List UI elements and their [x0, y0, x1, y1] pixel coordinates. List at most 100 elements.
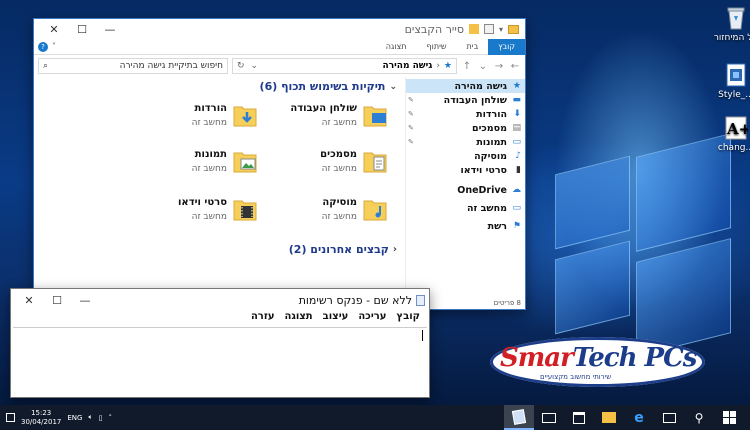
notepad-text-area[interactable]	[13, 327, 427, 395]
taskbar-file-explorer[interactable]	[594, 405, 624, 430]
clock[interactable]: 15:23 30/04/2017	[21, 409, 61, 427]
notifications-icon[interactable]	[6, 413, 15, 422]
svg-text:A+: A+	[726, 120, 748, 138]
recent-files-header[interactable]: ‹ קבצים אחרונים (2)	[289, 243, 397, 256]
folder-item-documents[interactable]: מסמכים מחשב זה	[282, 143, 387, 179]
font-file-icon: A+	[724, 115, 750, 141]
sidebar-item-desktop[interactable]: ▬ שולחן העבודה ✎	[406, 93, 525, 107]
sidebar-item-label: OneDrive	[457, 184, 507, 196]
taskbar-mail[interactable]	[534, 405, 564, 430]
ribbon: ? ˅ קובץ בית שיתוף תצוגה	[34, 38, 525, 55]
sidebar-item-download[interactable]: ⬇ הורדות ✎	[406, 107, 525, 121]
explorer-title-area: ▾ סייר הקבצים	[405, 23, 519, 36]
navigation-pane[interactable]: ★ גישה מהירה ▬ שולחן העבודה ✎ ⬇ הורדות ✎ ▤ מסמכים…	[405, 77, 525, 309]
menu-help[interactable]: עזרה	[246, 311, 280, 327]
chevron-up-icon[interactable]: ˄	[109, 414, 113, 422]
sidebar-item-computer[interactable]: ▭ מחשב זה	[406, 201, 525, 215]
close-button[interactable]: ✕	[40, 19, 68, 39]
search-icon: ⌕	[43, 61, 49, 71]
sidebar-item-pictures[interactable]: ▭ תמונות ✎	[406, 135, 525, 149]
taskbar: 15:23 30/04/2017 ENG 🔈︎ ▯ ˄ e ⚲	[0, 405, 750, 430]
search-input[interactable]: ⌕ חיפוש בתיקיית גישה מהירה	[38, 58, 228, 74]
close-button[interactable]: ✕	[15, 290, 43, 310]
sidebar-item-network[interactable]: ⚑ רשת	[406, 219, 525, 233]
content-pane[interactable]: ⌄ תיקיות בשימוש תכוף (6) שולחן העבודה מחש…	[34, 77, 405, 309]
sidebar-item-star[interactable]: ★ גישה מהירה	[406, 79, 525, 93]
volume-icon[interactable]: 🔈︎	[88, 413, 92, 422]
taskbar-store[interactable]	[564, 405, 594, 430]
documents-folder-icon	[363, 148, 387, 174]
forward-button[interactable]: →	[493, 61, 505, 72]
qa-dropdown-icon[interactable]: ▾	[499, 25, 503, 34]
help-icon[interactable]: ?	[38, 41, 48, 52]
taskbar-notepad[interactable]	[504, 405, 534, 430]
tab-share[interactable]: שיתוף	[417, 39, 457, 55]
file-explorer-window[interactable]: ✕ ☐ — ▾ סייר הקבצים ? ˅ קובץ בית שיתוף ת…	[33, 18, 526, 310]
network-icon[interactable]: ▯	[99, 414, 103, 422]
star-icon: ★	[443, 61, 452, 71]
explorer-title: סייר הקבצים	[404, 22, 464, 36]
maximize-button[interactable]: ☐	[43, 290, 71, 310]
refresh-icon[interactable]: ↻	[237, 61, 245, 71]
desktop-icon-style-file[interactable]: Style_...	[712, 62, 750, 100]
windows-logo-icon	[722, 411, 736, 424]
text-caret	[422, 330, 423, 341]
explorer-titlebar[interactable]: ✕ ☐ — ▾ סייר הקבצים	[34, 19, 525, 39]
tab-home[interactable]: בית	[457, 39, 489, 55]
folder-name: תמונות	[194, 148, 227, 160]
desktop-icon-font-file[interactable]: A+ chang...	[712, 115, 750, 153]
folder-item-music[interactable]: מוסיקה מחשב זה	[282, 191, 387, 227]
desktop-icon-recycle-bin[interactable]: סל המיחזור	[712, 5, 750, 43]
window-icon	[508, 24, 519, 34]
tab-file[interactable]: קובץ	[488, 38, 525, 55]
notepad-window[interactable]: ✕ ☐ — ללא שם - פנקס רשימות קובץ עריכה עי…	[10, 288, 430, 398]
folder-item-pictures[interactable]: תמונות מחשב זה	[152, 143, 257, 179]
address-bar[interactable]: ↻ ⌄ ★ ‹ גישה מהירה	[232, 58, 457, 74]
folder-location: מחשב זה	[191, 211, 227, 222]
sidebar-item-onedrive[interactable]: ☁ OneDrive	[406, 183, 525, 197]
menu-view[interactable]: תצוגה	[280, 311, 318, 327]
taskbar-edge[interactable]: e	[624, 405, 654, 430]
folder-item-videos[interactable]: סרטי וידאו מחשב זה	[152, 191, 257, 227]
pin-icon: ✎	[408, 124, 414, 132]
notepad-icon	[416, 294, 425, 306]
ribbon-expand-icon[interactable]: ˅	[52, 42, 56, 51]
menu-edit[interactable]: עריכה	[353, 311, 391, 327]
tab-view[interactable]: תצוגה	[376, 39, 417, 55]
up-button[interactable]: ↑	[461, 61, 473, 72]
sidebar-item-label: רשת	[487, 220, 507, 232]
wallpaper-logo-pane	[555, 155, 630, 250]
sidebar-item-video[interactable]: ▮ סרטי וידאו	[406, 163, 525, 177]
taskbar-task-view[interactable]	[654, 405, 684, 430]
taskbar-search[interactable]: ⚲	[684, 405, 714, 430]
recycle-bin-icon	[724, 5, 748, 31]
frequent-folders-header[interactable]: ⌄ תיקיות בשימוש תכוף (6)	[260, 80, 397, 93]
address-dropdown-icon[interactable]: ⌄	[251, 61, 259, 71]
language-indicator[interactable]: ENG	[67, 414, 82, 422]
recent-locations-icon[interactable]: ⌄	[477, 61, 489, 72]
properties-icon[interactable]	[483, 24, 494, 34]
sidebar-item-label: שולחן העבודה	[443, 94, 507, 106]
window-controls: ✕ ☐ —	[40, 19, 124, 39]
desktop-icon: ▬	[512, 95, 521, 105]
folder-name: הורדות	[194, 102, 227, 114]
minimize-button[interactable]: —	[96, 19, 124, 39]
folder-item-desktop[interactable]: שולחן העבודה מחשב זה	[282, 97, 387, 133]
menu-file[interactable]: קובץ	[391, 311, 425, 327]
sidebar-item-documents[interactable]: ▤ מסמכים ✎	[406, 121, 525, 135]
sidebar-item-label: סרטי וידאו	[460, 164, 507, 176]
folder-location: מחשב זה	[191, 163, 227, 174]
maximize-button[interactable]: ☐	[68, 19, 96, 39]
folder-item-downloads[interactable]: הורדות מחשב זה	[152, 97, 257, 133]
breadcrumb[interactable]: גישה מהירה	[383, 61, 433, 71]
start-button[interactable]	[714, 405, 744, 430]
folder-name: שולחן העבודה	[290, 102, 357, 114]
menu-format[interactable]: עיצוב	[318, 311, 354, 327]
taskbar-apps: e ⚲	[504, 405, 744, 430]
sidebar-item-music[interactable]: ♪ מוסיקה	[406, 149, 525, 163]
desktop-folder-icon	[363, 102, 387, 128]
minimize-button[interactable]: —	[71, 290, 99, 310]
new-folder-icon[interactable]	[468, 24, 479, 34]
notepad-titlebar[interactable]: ✕ ☐ — ללא שם - פנקס רשימות	[11, 289, 429, 311]
back-button[interactable]: ←	[509, 61, 521, 72]
